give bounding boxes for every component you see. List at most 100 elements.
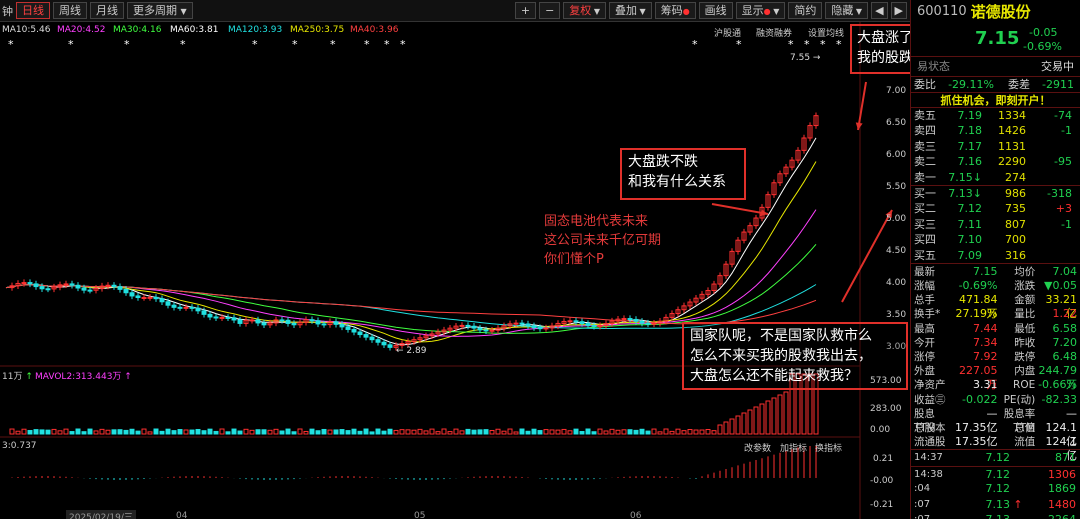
- volume-bar: [429, 428, 435, 435]
- macd-tick: -0.21: [870, 500, 894, 510]
- candle-body: [333, 321, 339, 325]
- candle-body: [381, 341, 387, 346]
- volume-bar: [543, 429, 549, 435]
- fundamental-value: 124.1亿: [1045, 420, 1078, 449]
- vol-tick: 0.00: [870, 425, 891, 435]
- book-level-label: 买二: [914, 202, 936, 216]
- volume-bar: [195, 428, 201, 435]
- candle-body: [627, 318, 633, 321]
- fundamental-label: 均价: [1014, 265, 1036, 278]
- stock-name: 诺德股份: [970, 2, 1031, 21]
- volume-bar: [381, 430, 387, 435]
- tick-row: 14:38 7.12 1306: [911, 465, 1080, 482]
- volume-bar: [285, 428, 291, 435]
- volume-bar: [165, 428, 171, 435]
- candle-body: [105, 284, 111, 287]
- tick-time: 14:38: [914, 468, 943, 480]
- tick-arrow-icon: ↑: [1013, 497, 1023, 511]
- event-star-icon: *: [788, 38, 794, 51]
- volume-bar: [57, 430, 63, 435]
- volume-bar: [741, 412, 747, 435]
- volume-bar: [495, 428, 501, 435]
- book-level-label: 卖四: [914, 124, 936, 138]
- open-account-ad[interactable]: 抓住机会，即刻开户！: [911, 92, 1080, 107]
- volume-bar: [771, 397, 777, 435]
- fundamental-label: 昨收: [1014, 336, 1036, 349]
- candle-body: [363, 334, 369, 338]
- candle-body: [315, 320, 321, 325]
- book-change: -95: [1054, 155, 1072, 169]
- volume-bar: [183, 429, 189, 435]
- tick-time: :04: [914, 483, 931, 495]
- change-params-button[interactable]: 改参数: [744, 441, 771, 454]
- book-level-label: 买四: [914, 233, 936, 247]
- volume-bar: [579, 431, 585, 435]
- volume-bar: [597, 428, 603, 435]
- fundamental-label: 量比: [1014, 308, 1036, 321]
- volume-bar: [147, 431, 153, 435]
- event-star-icon: *: [692, 38, 698, 51]
- vol-tick: 283.00: [870, 404, 902, 414]
- volume-bar: [135, 430, 141, 435]
- volume-bar: [567, 430, 573, 435]
- volume-bar: [759, 403, 765, 435]
- candle-body: [63, 283, 69, 286]
- book-price: 7.11: [957, 217, 983, 231]
- volume-bar: [669, 430, 675, 435]
- volume-bar: [129, 428, 135, 435]
- candle-body: [111, 284, 117, 288]
- candle-body: [465, 324, 471, 327]
- volume-bar: [483, 429, 489, 435]
- trade-status: 交易中: [1041, 60, 1074, 73]
- volume-bar: [753, 406, 759, 435]
- fundamental-label: 流通股: [914, 436, 946, 449]
- volume-bar: [411, 429, 417, 435]
- book-level-label: 卖五: [914, 109, 936, 122]
- volume-bar: [393, 429, 399, 435]
- candle-body: [21, 282, 27, 285]
- candle-body: [195, 307, 201, 312]
- book-volume: 700: [1005, 233, 1026, 247]
- volume-bar: [63, 428, 69, 435]
- candle-body: [165, 301, 171, 306]
- fundamental-value: 33.21亿: [1045, 293, 1078, 321]
- low-marker: ← 2.89: [396, 346, 427, 356]
- bid-row: 买三 7.11 807 -1: [911, 217, 1080, 232]
- trade-status-row: 易状态 交易中: [911, 56, 1080, 76]
- volume-bar: [123, 429, 129, 435]
- candle-body: [285, 319, 291, 324]
- fundamental-value: 17.35亿: [954, 435, 998, 449]
- kline-chart[interactable]: * * * * * * * * * * * * * * * *: [0, 0, 910, 519]
- candle-body: [573, 320, 579, 323]
- stock-code: 600110: [917, 3, 967, 19]
- fundamental-row: 净资产 3.31 ROE -0.66%: [911, 378, 1080, 392]
- event-star-icon: *: [804, 38, 810, 51]
- volume-bar: [315, 430, 321, 435]
- volume-bar: [363, 428, 369, 435]
- book-price: 7.18: [957, 124, 983, 138]
- volume-bar: [447, 431, 453, 435]
- ratio-row: 委比 -29.11% 委差 -2911: [911, 76, 1080, 92]
- candle-body: [543, 327, 549, 330]
- volume-bar: [513, 431, 519, 435]
- volume-bar: [81, 431, 87, 435]
- chart-area[interactable]: 钟 日线 周线 月线 更多周期 ▼ + − 复权 ▼ 叠加 ▼ 筹码● 画线 显…: [0, 0, 910, 519]
- book-volume: 1334: [998, 109, 1026, 122]
- candle-body: [75, 284, 81, 289]
- switch-indicator-button[interactable]: 换指标: [815, 441, 842, 454]
- add-indicator-button[interactable]: 加指标: [780, 441, 807, 454]
- book-level-label: 卖三: [914, 139, 936, 153]
- candle-body: [513, 322, 519, 325]
- volume-bar: [171, 430, 177, 435]
- fundamental-label: 涨停: [914, 351, 935, 364]
- volume-bar: [747, 409, 753, 435]
- fundamental-value: -0.022: [962, 392, 998, 406]
- volume-bar: [729, 418, 735, 435]
- annotation-line: 和我有什么关系: [628, 174, 726, 190]
- fundamental-label: 内盘: [1014, 365, 1036, 378]
- candle-body: [27, 282, 33, 285]
- candle-body: [537, 327, 543, 330]
- fundamental-value: 27.19%: [955, 307, 998, 321]
- volume-bar: [33, 429, 39, 435]
- bid-row: 买二 7.12 735 +3: [911, 201, 1080, 216]
